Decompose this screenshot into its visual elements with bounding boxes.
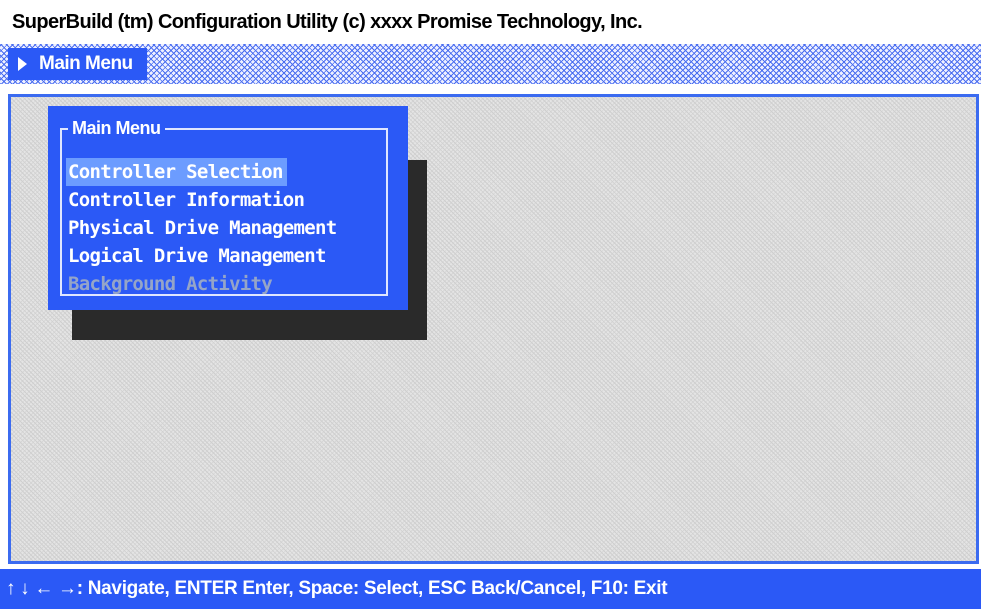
window-title: SuperBuild (tm) Configuration Utility (c… (0, 0, 981, 44)
menu-item-controller-selection[interactable]: Controller Selection (66, 158, 287, 186)
breadcrumb-label: Main Menu (39, 53, 133, 74)
menu-item-background-activity: Background Activity (68, 273, 273, 295)
menu-title: Main Menu (68, 116, 165, 140)
menu-item-logical-drive-management[interactable]: Logical Drive Management (66, 245, 330, 267)
triangle-right-icon (18, 57, 27, 71)
menu-list: Controller Selection Controller Informat… (66, 158, 340, 298)
menu-item-physical-drive-management[interactable]: Physical Drive Management (66, 217, 340, 239)
key-hint-bar: ↑ ↓ ← →: Navigate, ENTER Enter, Space: S… (0, 569, 981, 609)
bios-screen: SuperBuild (tm) Configuration Utility (c… (0, 0, 981, 609)
breadcrumb-bar: Main Menu (0, 44, 981, 84)
breadcrumb: Main Menu (8, 48, 147, 80)
main-menu-panel: Main Menu Controller Selection Controlle… (48, 106, 408, 310)
menu-item-controller-information[interactable]: Controller Information (66, 189, 308, 211)
